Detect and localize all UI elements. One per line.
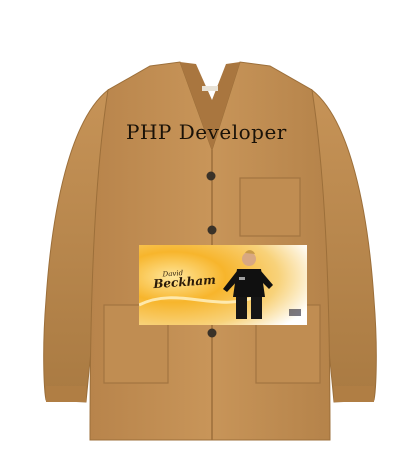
- product-image: [0, 0, 420, 468]
- button-4: [207, 328, 217, 338]
- button-1: [206, 171, 216, 181]
- caption-text: PHP Developer: [126, 120, 287, 144]
- chest-pocket: [239, 177, 301, 237]
- promo-banner: David Beckham: [139, 245, 307, 325]
- jacket-illustration: [43, 61, 377, 441]
- button-2: [207, 225, 217, 235]
